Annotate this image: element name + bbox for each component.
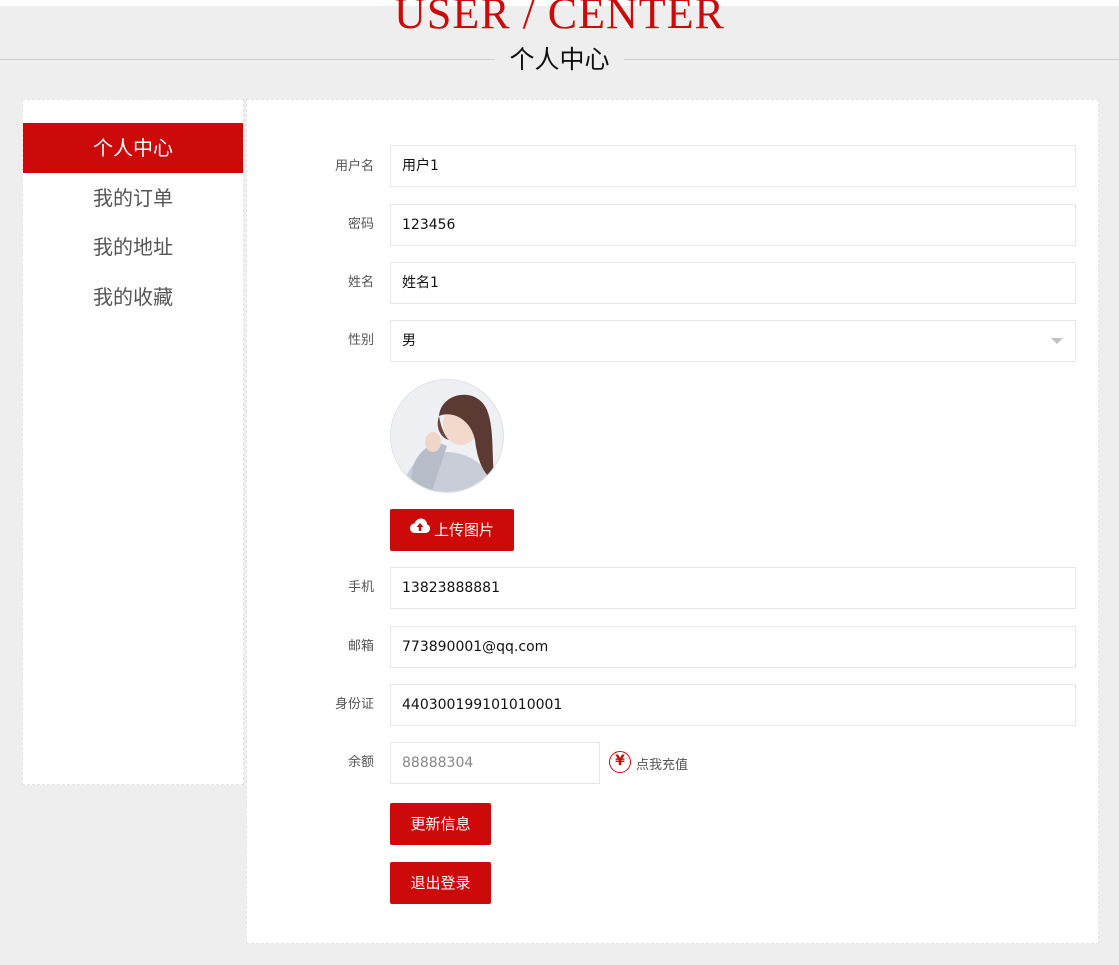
gender-label: 性别 (347, 333, 374, 348)
page-title: 个人中心 (509, 45, 610, 74)
chevron-down-icon (1051, 338, 1063, 344)
balance-label: 余额 (347, 755, 374, 770)
email-label: 邮箱 (347, 639, 374, 654)
cloud-upload-icon (409, 508, 430, 550)
title-divider-right (624, 59, 1119, 60)
yen-circle-icon[interactable]: ¥ (609, 751, 631, 773)
gender-select[interactable]: 男 (390, 320, 1076, 362)
sidebar-item-favorites[interactable]: 我的收藏 (23, 272, 243, 322)
avatar (390, 379, 504, 493)
password-label: 密码 (347, 217, 374, 232)
email-field[interactable]: 773890001@qq.com (390, 626, 1076, 668)
page-title-english: USER / CENTER (394, 0, 725, 38)
gender-select-value: 男 (402, 333, 416, 349)
phone-label: 手机 (347, 580, 374, 595)
update-info-button[interactable]: 更新信息 (390, 803, 491, 845)
idcard-label: 身份证 (334, 697, 374, 712)
username-label: 用户名 (334, 159, 374, 174)
phone-field[interactable]: 13823888881 (390, 567, 1076, 609)
sidebar-item-address[interactable]: 我的地址 (23, 222, 243, 272)
profile-form: 用户名 用户1 密码 123456 姓名 姓名1 性别 男 上传图片 手机 13… (246, 99, 1099, 944)
balance-field: 88888304 (390, 742, 600, 784)
name-label: 姓名 (347, 275, 374, 290)
name-field[interactable]: 姓名1 (390, 262, 1076, 304)
recharge-link[interactable]: 点我充值 (636, 757, 688, 775)
username-field[interactable]: 用户1 (390, 145, 1076, 187)
logout-button[interactable]: 退出登录 (390, 862, 491, 904)
sidebar-item-orders[interactable]: 我的订单 (23, 173, 243, 223)
sidebar-item-profile[interactable]: 个人中心 (23, 123, 243, 173)
idcard-field[interactable]: 440300199101010001 (390, 684, 1076, 726)
avatar-image (391, 380, 503, 492)
upload-image-label: 上传图片 (433, 521, 494, 539)
title-divider-left (0, 59, 495, 60)
sidebar: 个人中心 我的订单 我的地址 我的收藏 (22, 99, 244, 785)
password-field[interactable]: 123456 (390, 204, 1076, 246)
upload-image-button[interactable]: 上传图片 (390, 509, 514, 551)
